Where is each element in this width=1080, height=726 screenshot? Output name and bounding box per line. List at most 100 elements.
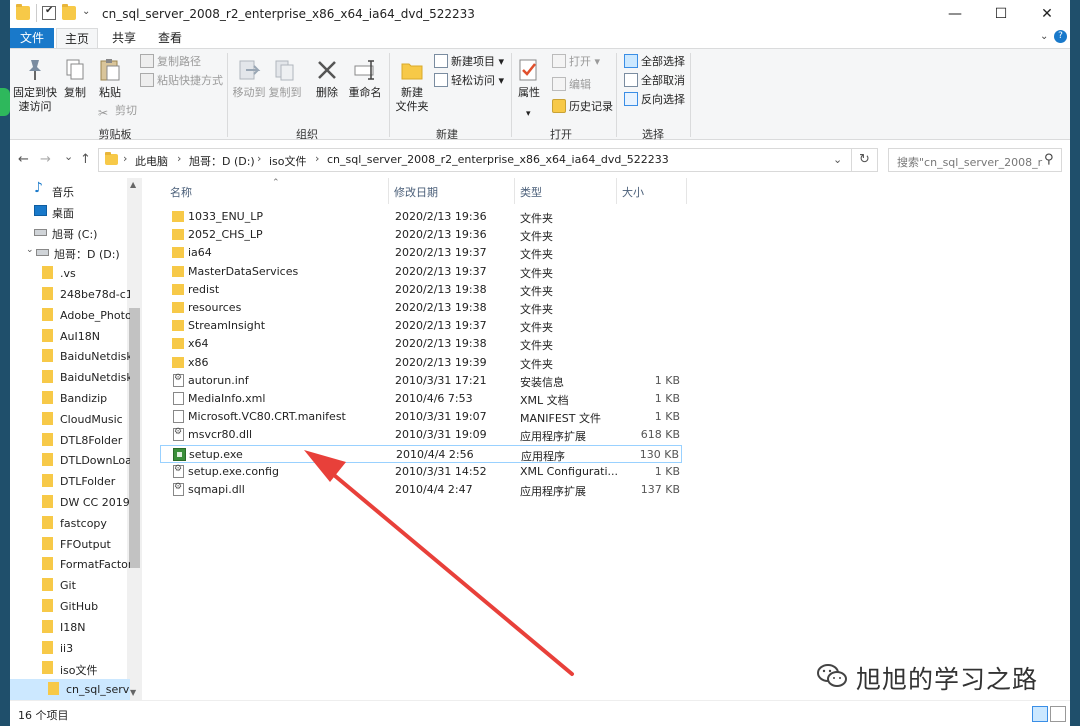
nav-item[interactable]: GitHub [10,596,130,617]
paste-shortcut-button[interactable]: 粘贴快捷方式 [140,72,223,90]
invert-selection-button[interactable]: 反向选择 [624,91,685,109]
expand-chevron-icon[interactable]: ⌄ [26,245,34,255]
scroll-down-icon[interactable]: ▼ [130,688,136,697]
column-header-type[interactable]: 类型 [520,184,542,200]
column-divider[interactable] [514,178,515,204]
nav-item[interactable]: Git [10,575,130,596]
nav-item[interactable]: iso文件 [10,658,130,679]
file-row[interactable]: StreamInsight 2020/2/13 19:37 文件夹 [160,317,682,335]
file-row[interactable]: sqmapi.dll 2010/4/4 2:47 应用程序扩展 137 KB [160,481,682,499]
column-header-size[interactable]: 大小 [622,184,644,200]
nav-item[interactable]: BaiduNetdisk [10,367,130,388]
minimize-button[interactable]: — [932,0,978,28]
nav-item[interactable]: FormatFactor [10,554,130,575]
nav-item[interactable]: DTLFolder [10,471,130,492]
file-row[interactable]: msvcr80.dll 2010/3/31 19:09 应用程序扩展 618 KB [160,426,682,444]
properties-dropdown-icon[interactable]: ▾ [526,109,531,119]
breadcrumb-drive-d[interactable]: 旭哥：D (D:) [189,153,255,169]
file-row[interactable]: x86 2020/2/13 19:39 文件夹 [160,354,682,372]
breadcrumb-this-pc[interactable]: 此电脑 [135,153,168,169]
nav-item[interactable]: 桌面 [10,201,130,222]
nav-item[interactable]: .vs [10,263,130,284]
nav-item[interactable]: Bandizip [10,388,130,409]
forward-button[interactable]: → [40,152,51,167]
select-all-button[interactable]: 全部选择 [624,53,685,71]
large-icons-view-button[interactable] [1050,706,1066,722]
file-row[interactable]: redist 2020/2/13 19:38 文件夹 [160,281,682,299]
move-to-button[interactable]: 移动到 [232,57,266,100]
address-dropdown-icon[interactable]: ⌄ [833,153,842,166]
file-row[interactable]: setup.exe 2010/4/4 2:56 应用程序 130 KB [160,444,682,463]
column-header-name[interactable]: 名称 [170,184,192,200]
file-row[interactable]: Microsoft.VC80.CRT.manifest 2010/3/31 19:… [160,408,682,426]
address-bar[interactable]: › 此电脑 › 旭哥：D (D:) › iso文件 › cn_sql_serve… [98,148,852,172]
cut-button[interactable]: ✂ 剪切 [98,102,137,120]
file-row[interactable]: 2052_CHS_LP 2020/2/13 19:36 文件夹 [160,226,682,244]
nav-item[interactable]: ii3 [10,638,130,659]
nav-item[interactable]: Adobe_Photo [10,305,130,326]
nav-item[interactable]: AuI18N [10,326,130,347]
file-row[interactable]: ia64 2020/2/13 19:37 文件夹 [160,244,682,262]
file-row[interactable]: resources 2020/2/13 19:38 文件夹 [160,299,682,317]
copy-to-button[interactable]: 复制到 [268,57,302,100]
file-row[interactable]: autorun.inf 2010/3/31 17:21 安装信息 1 KB [160,372,682,390]
new-folder-button[interactable]: 新建 文件夹 [393,57,431,114]
file-row[interactable]: setup.exe.config 2010/3/31 14:52 XML Confi… [160,463,682,481]
nav-item[interactable]: FFOutput [10,534,130,555]
column-divider[interactable] [616,178,617,204]
pin-quick-access-button[interactable]: 固定到快 速访问 [12,57,58,114]
back-button[interactable]: ← [18,152,29,167]
search-input[interactable]: 搜索"cn_sql_server_2008_r2... ⚲ [888,148,1062,172]
nav-item[interactable]: CloudMusic [10,409,130,430]
edit-button[interactable]: 编辑 [552,76,591,94]
copy-path-button[interactable]: 复制路径 [140,53,201,71]
details-view-button[interactable] [1032,706,1048,722]
collapse-ribbon-icon[interactable]: ⌄ [1040,31,1048,42]
properties-check-icon[interactable]: ✔ [42,5,56,20]
rename-button[interactable]: 重命名 [346,57,384,100]
new-folder-icon[interactable] [62,4,76,20]
help-icon[interactable]: ? [1054,30,1067,43]
copy-button[interactable]: 复制 [60,57,90,100]
file-row[interactable]: MasterDataServices 2020/2/13 19:37 文件夹 [160,263,682,281]
search-icon[interactable]: ⚲ [1044,152,1054,167]
nav-item[interactable]: fastcopy [10,513,130,534]
desktop-app-icon[interactable] [0,88,10,116]
maximize-button[interactable]: ☐ [978,0,1024,28]
nav-item[interactable]: cn_sql_serve [10,679,130,701]
open-button[interactable]: 打开 ▾ [552,53,600,71]
tab-share[interactable]: 共享 [106,28,142,49]
up-button[interactable]: ↑ [80,152,91,167]
breadcrumb-current-folder[interactable]: cn_sql_server_2008_r2_enterprise_x86_x64… [327,153,669,166]
nav-item[interactable]: I18N [10,617,130,638]
new-item-button[interactable]: 新建项目 ▾ [434,53,504,71]
file-row[interactable]: x64 2020/2/13 19:38 文件夹 [160,335,682,353]
paste-button[interactable]: 粘贴 [94,57,126,100]
nav-item[interactable]: DTLDownLoa [10,450,130,471]
tab-home[interactable]: 主页 [56,28,98,49]
column-divider[interactable] [686,178,687,204]
close-button[interactable]: ✕ [1024,0,1070,28]
nav-item[interactable]: 旭哥 (C:) [10,222,130,243]
nav-item[interactable]: ⌄ 旭哥：D (D:) [10,242,130,263]
tab-file[interactable]: 文件 [10,28,54,49]
nav-item[interactable]: DW CC 2019 [10,492,130,513]
nav-item[interactable]: DTL8Folder [10,430,130,451]
file-row[interactable]: 1033_ENU_LP 2020/2/13 19:36 文件夹 [160,208,682,226]
select-none-button[interactable]: 全部取消 [624,72,685,90]
scroll-up-icon[interactable]: ▲ [130,180,136,189]
nav-item[interactable]: BaiduNetdisk [10,346,130,367]
column-header-modified[interactable]: 修改日期 [394,184,438,200]
nav-item[interactable]: ♪ 音乐 [10,180,130,201]
customize-quick-access-icon[interactable]: ⌄ [82,6,90,17]
delete-button[interactable]: 删除 [312,57,342,100]
breadcrumb-iso-folder[interactable]: iso文件 [269,153,307,169]
nav-item[interactable]: 248be78d-c1l [10,284,130,305]
history-button[interactable]: 历史记录 [552,98,613,116]
tab-view[interactable]: 查看 [152,28,188,49]
file-row[interactable]: MediaInfo.xml 2010/4/6 7:53 XML 文档 1 KB [160,390,682,408]
refresh-button[interactable]: ↻ [852,148,878,172]
recent-locations-button[interactable]: ⌄ [64,150,73,163]
properties-button[interactable]: 属性 [514,57,544,100]
easy-access-button[interactable]: 轻松访问 ▾ [434,72,504,90]
